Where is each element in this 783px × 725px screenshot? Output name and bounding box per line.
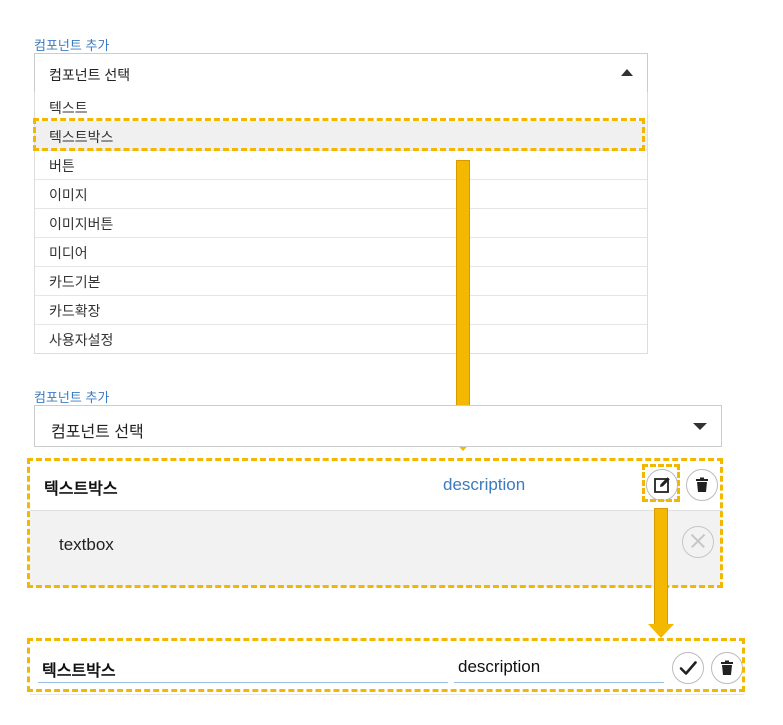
dropdown-option-custom[interactable]: 사용자설정 xyxy=(35,324,647,353)
flow-arrow-head xyxy=(648,624,674,638)
component-select[interactable]: 컴포넌트 선택 xyxy=(34,405,722,447)
dropdown-option-card-extended[interactable]: 카드확장 xyxy=(35,295,647,325)
dropdown-option-card-basic[interactable]: 카드기본 xyxy=(35,266,647,296)
component-select-open[interactable]: 컴포넌트 선택 xyxy=(34,53,648,93)
dropdown-option-media[interactable]: 미디어 xyxy=(35,237,647,267)
dropdown-option-button[interactable]: 버튼 xyxy=(35,150,647,180)
highlight-textbox-option xyxy=(33,118,645,151)
dropdown-option-image-button[interactable]: 이미지버튼 xyxy=(35,208,647,238)
dropdown-option-image[interactable]: 이미지 xyxy=(35,179,647,209)
flow-arrow-shaft xyxy=(456,160,470,438)
divider xyxy=(30,694,744,695)
highlight-edit-button xyxy=(642,464,680,502)
caret-down-icon xyxy=(693,423,707,430)
select-placeholder: 컴포넌트 선택 xyxy=(49,67,131,83)
highlight-card xyxy=(27,458,723,588)
section-label-second: 컴포넌트 추가 xyxy=(34,390,110,405)
flow-arrow-shaft xyxy=(654,508,668,626)
select-placeholder: 컴포넌트 선택 xyxy=(51,424,144,441)
section-label-top: 컴포넌트 추가 xyxy=(34,38,110,53)
caret-up-icon xyxy=(621,69,633,76)
highlight-edit-row xyxy=(27,638,745,692)
